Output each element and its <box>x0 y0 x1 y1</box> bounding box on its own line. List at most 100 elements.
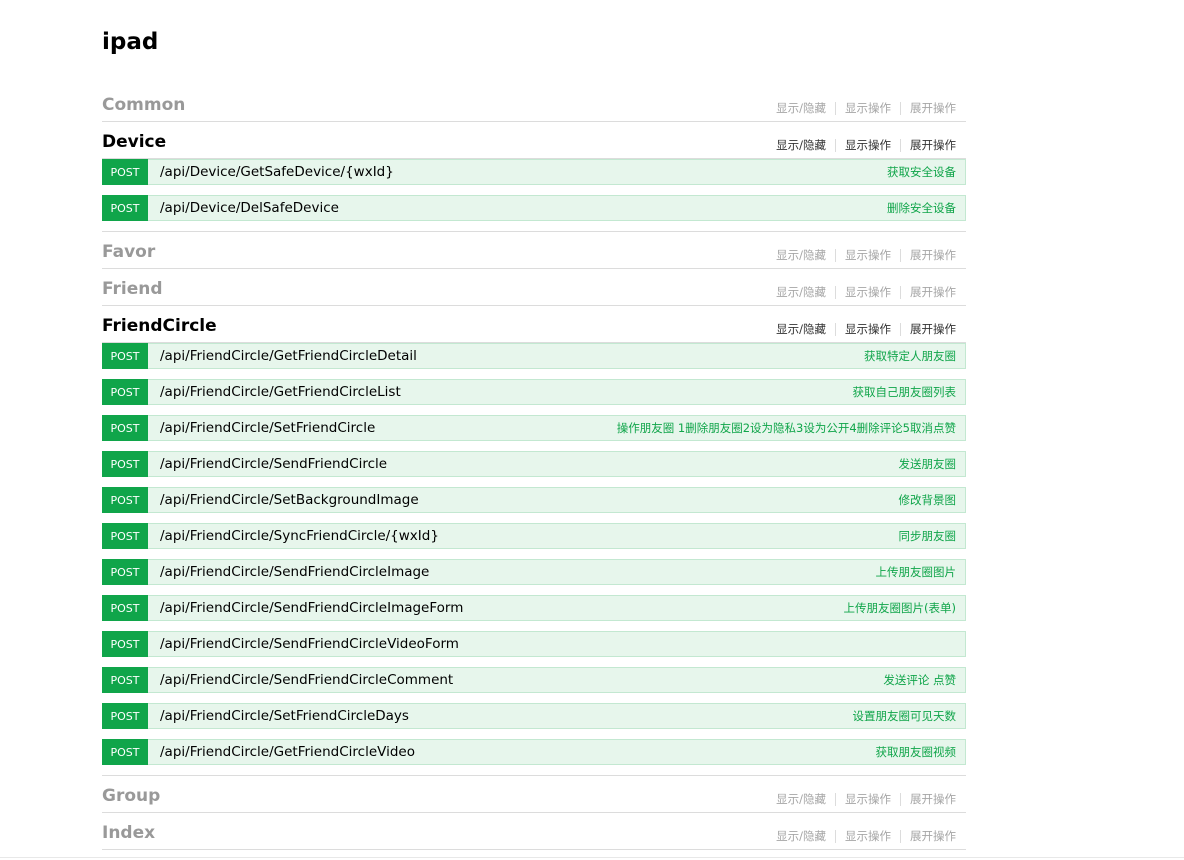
expand-operations-link[interactable]: 展开操作 <box>910 138 956 152</box>
operation-path[interactable]: /api/FriendCircle/SendFriendCircleImage <box>148 560 876 584</box>
operation-summary: 操作朋友圈 1删除朋友圈2设为隐私3设为公开4删除评论5取消点赞 <box>616 421 956 435</box>
resource-name-link[interactable]: Friend <box>102 278 163 305</box>
toggle-visibility-link[interactable]: 显示/隐藏 <box>776 792 826 806</box>
http-method-badge: POST <box>102 451 148 477</box>
resource-header: Group 显示/隐藏 显示操作 展开操作 <box>102 776 966 813</box>
option-divider <box>900 322 901 336</box>
operation-row[interactable]: POST/api/FriendCircle/SetBackgroundImage… <box>102 487 966 513</box>
page-divider <box>0 857 1184 858</box>
list-operations-link[interactable]: 显示操作 <box>845 101 891 115</box>
list-operations-link[interactable]: 显示操作 <box>845 829 891 843</box>
operation-path[interactable]: /api/FriendCircle/SendFriendCircleImageF… <box>148 596 844 620</box>
expand-operations-link[interactable]: 展开操作 <box>910 285 956 299</box>
resource-options: 显示/隐藏 显示操作 展开操作 <box>776 138 966 158</box>
option-divider <box>900 792 901 806</box>
resource-name-link[interactable]: FriendCircle <box>102 315 217 342</box>
operation-path[interactable]: /api/FriendCircle/GetFriendCircleList <box>148 380 853 404</box>
operation-summary: 同步朋友圈 <box>898 529 957 543</box>
http-method-badge: POST <box>102 343 148 369</box>
option-divider <box>835 792 836 806</box>
resource-name-link[interactable]: Device <box>102 131 166 158</box>
resource-name-link[interactable]: Favor <box>102 241 155 268</box>
operation-row[interactable]: POST/api/Device/GetSafeDevice/{wxId} 获取安全… <box>102 159 966 185</box>
app-title: ipad <box>102 29 159 55</box>
operation-path[interactable]: /api/FriendCircle/SendFriendCircleVideoF… <box>148 632 956 656</box>
operation-row[interactable]: POST/api/FriendCircle/SendFriendCircleIm… <box>102 559 966 585</box>
option-divider <box>900 829 901 843</box>
operation-path[interactable]: /api/FriendCircle/SetFriendCircle <box>148 416 617 440</box>
toggle-visibility-link[interactable]: 显示/隐藏 <box>776 829 826 843</box>
option-divider <box>835 101 836 115</box>
operation-row[interactable]: POST/api/FriendCircle/SendFriendCircleCo… <box>102 667 966 693</box>
operation-row[interactable]: POST/api/FriendCircle/SendFriendCircleVi… <box>102 631 966 657</box>
resource-group: Group 显示/隐藏 显示操作 展开操作 <box>102 776 966 813</box>
operation-path[interactable]: /api/FriendCircle/GetFriendCircleVideo <box>148 740 876 764</box>
http-method-badge: POST <box>102 487 148 513</box>
http-method-badge: POST <box>102 195 148 221</box>
option-divider <box>835 829 836 843</box>
list-operations-link[interactable]: 显示操作 <box>845 792 891 806</box>
operation-row[interactable]: POST/api/FriendCircle/SyncFriendCircle/{… <box>102 523 966 549</box>
resource-options: 显示/隐藏 显示操作 展开操作 <box>776 285 966 305</box>
http-method-badge: POST <box>102 595 148 621</box>
toggle-visibility-link[interactable]: 显示/隐藏 <box>776 101 826 115</box>
option-divider <box>835 138 836 152</box>
resource-header: FriendCircle 显示/隐藏 显示操作 展开操作 <box>102 306 966 343</box>
operation-path[interactable]: /api/Device/DelSafeDevice <box>148 196 887 220</box>
operation-row[interactable]: POST/api/Device/DelSafeDevice 删除安全设备 <box>102 195 966 221</box>
operation-summary: 获取自己朋友圈列表 <box>852 385 957 399</box>
toggle-visibility-link[interactable]: 显示/隐藏 <box>776 322 826 336</box>
resource-name-link[interactable]: Common <box>102 94 185 121</box>
operation-row[interactable]: POST/api/FriendCircle/GetFriendCircleDet… <box>102 343 966 369</box>
expand-operations-link[interactable]: 展开操作 <box>910 101 956 115</box>
operation-path[interactable]: /api/FriendCircle/SetFriendCircleDays <box>148 704 853 728</box>
operation-path[interactable]: /api/FriendCircle/SendFriendCircle <box>148 452 899 476</box>
http-method-badge: POST <box>102 159 148 185</box>
operation-summary: 获取朋友圈视频 <box>875 745 957 759</box>
option-divider <box>835 285 836 299</box>
resource-header: Device 显示/隐藏 显示操作 展开操作 <box>102 122 966 159</box>
option-divider <box>835 248 836 262</box>
list-operations-link[interactable]: 显示操作 <box>845 285 891 299</box>
toggle-visibility-link[interactable]: 显示/隐藏 <box>776 285 826 299</box>
resource-common: Common 显示/隐藏 显示操作 展开操作 <box>102 85 966 122</box>
resource-favor: Favor 显示/隐藏 显示操作 展开操作 <box>102 232 966 269</box>
list-operations-link[interactable]: 显示操作 <box>845 322 891 336</box>
resource-device: Device 显示/隐藏 显示操作 展开操作 POST/api/Device/GetSa… <box>102 122 966 232</box>
operation-path[interactable]: /api/FriendCircle/GetFriendCircleDetail <box>148 344 864 368</box>
operation-path[interactable]: /api/FriendCircle/SetBackgroundImage <box>148 488 899 512</box>
resource-name-link[interactable]: Index <box>102 822 155 849</box>
operation-row[interactable]: POST/api/FriendCircle/SetFriendCircleDay… <box>102 703 966 729</box>
operation-summary: 删除安全设备 <box>887 201 956 215</box>
option-divider <box>900 101 901 115</box>
operation-path[interactable]: /api/FriendCircle/SendFriendCircleCommen… <box>148 668 883 692</box>
expand-operations-link[interactable]: 展开操作 <box>910 829 956 843</box>
resource-header: Friend 显示/隐藏 显示操作 展开操作 <box>102 269 966 306</box>
operation-summary: 修改背景图 <box>898 493 957 507</box>
operation-summary: 上传朋友圈图片(表单) <box>843 601 956 615</box>
resource-options: 显示/隐藏 显示操作 展开操作 <box>776 101 966 121</box>
operation-row[interactable]: POST/api/FriendCircle/GetFriendCircleVid… <box>102 739 966 765</box>
list-operations-link[interactable]: 显示操作 <box>845 138 891 152</box>
expand-operations-link[interactable]: 展开操作 <box>910 792 956 806</box>
resource-list: Common 显示/隐藏 显示操作 展开操作 Device 显示/隐藏 显示操作 展开操作 PO… <box>102 85 966 850</box>
operation-row[interactable]: POST/api/FriendCircle/SendFriendCircleIm… <box>102 595 966 621</box>
expand-operations-link[interactable]: 展开操作 <box>910 248 956 262</box>
toggle-visibility-link[interactable]: 显示/隐藏 <box>776 138 826 152</box>
toggle-visibility-link[interactable]: 显示/隐藏 <box>776 248 826 262</box>
option-divider <box>900 138 901 152</box>
option-divider <box>835 322 836 336</box>
resource-header: Index 显示/隐藏 显示操作 展开操作 <box>102 813 966 850</box>
resource-name-link[interactable]: Group <box>102 785 160 812</box>
operation-path[interactable]: /api/FriendCircle/SyncFriendCircle/{wxId… <box>148 524 899 548</box>
list-operations-link[interactable]: 显示操作 <box>845 248 891 262</box>
operation-row[interactable]: POST/api/FriendCircle/GetFriendCircleLis… <box>102 379 966 405</box>
expand-operations-link[interactable]: 展开操作 <box>910 322 956 336</box>
operation-row[interactable]: POST/api/FriendCircle/SetFriendCircle 操作朋… <box>102 415 966 441</box>
resource-options: 显示/隐藏 显示操作 展开操作 <box>776 248 966 268</box>
operation-summary: 发送评论 点赞 <box>883 673 956 687</box>
operation-row[interactable]: POST/api/FriendCircle/SendFriendCircle 发送… <box>102 451 966 477</box>
option-divider <box>900 285 901 299</box>
http-method-badge: POST <box>102 703 148 729</box>
operation-path[interactable]: /api/Device/GetSafeDevice/{wxId} <box>148 160 887 184</box>
